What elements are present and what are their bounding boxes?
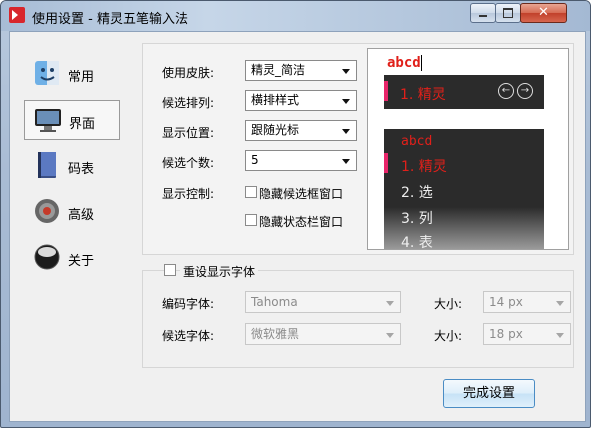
title-bar[interactable]: 使用设置 - 精灵五笔输入法 ✕ — [1, 1, 590, 31]
preview-v-item-3: 3. 列 — [401, 211, 433, 227]
appearance-panel: 使用皮肤: 精灵_简洁 候选排列: 横排样式 显示位置: 跟随光标 候选个数: … — [142, 43, 574, 255]
close-icon: ✕ — [538, 5, 549, 20]
reset-font-checkbox[interactable] — [164, 264, 176, 276]
sidebar-item-label: 常用 — [68, 70, 95, 85]
count-select[interactable]: 5 — [245, 150, 357, 171]
skin-preview: abcd 1. 精灵 ← → abcd 1. 精灵 2. 选 3. 列 4. 表 — [367, 48, 569, 250]
preview-v-item-1: 1. 精灵 — [401, 159, 447, 175]
sidebar-item-label: 高级 — [68, 208, 95, 223]
next-page-icon: → — [517, 83, 533, 99]
position-select[interactable]: 跟随光标 — [245, 120, 357, 141]
settings-window: 使用设置 - 精灵五笔输入法 ✕ 常用 界面 码表 高级 关于 使用皮肤: 精灵… — [0, 0, 591, 428]
chevron-down-icon — [386, 301, 394, 306]
chevron-down-icon — [386, 333, 394, 338]
app-logo-icon — [9, 7, 25, 23]
position-value: 跟随光标 — [251, 123, 300, 137]
sidebar-item-advanced[interactable]: 高级 — [24, 192, 120, 232]
chevron-down-icon — [556, 333, 564, 338]
skin-value: 精灵_简洁 — [251, 63, 306, 77]
preview-h-box: 1. 精灵 ← → — [384, 75, 544, 109]
cand-size-label: 大小: — [434, 329, 463, 343]
preview-v-code: abcd — [401, 134, 433, 149]
code-size-select[interactable]: 14 px — [483, 291, 571, 313]
cand-font-select[interactable]: 微软雅黑 — [245, 323, 401, 345]
sidebar-item-label: 界面 — [69, 117, 96, 132]
sidebar-item-codetable[interactable]: 码表 — [24, 146, 120, 186]
cand-size-value: 18 px — [489, 327, 523, 341]
prev-page-icon: ← — [498, 83, 514, 99]
minimize-icon — [479, 15, 487, 17]
count-value: 5 — [251, 153, 259, 167]
sidebar-item-about[interactable]: 关于 — [24, 238, 120, 278]
sidebar-item-label: 关于 — [68, 254, 95, 269]
skin-label: 使用皮肤: — [162, 66, 215, 80]
preview-h-code: abcd — [387, 55, 421, 71]
layout-label: 候选排列: — [162, 96, 215, 110]
reset-font-label[interactable]: 重设显示字体 — [180, 263, 259, 280]
count-label: 候选个数: — [162, 156, 215, 170]
highlight-bar — [384, 81, 388, 101]
chevron-down-icon — [556, 301, 564, 306]
close-button[interactable]: ✕ — [520, 3, 567, 23]
preview-v-item-4: 4. 表 — [401, 235, 433, 250]
highlight-bar — [384, 153, 388, 173]
maximize-icon — [503, 8, 513, 18]
chevron-down-icon — [342, 99, 350, 104]
window-title: 使用设置 - 精灵五笔输入法 — [32, 12, 188, 27]
text-cursor — [421, 55, 422, 71]
done-button[interactable]: 完成设置 — [443, 379, 535, 408]
client-area: 常用 界面 码表 高级 关于 使用皮肤: 精灵_简洁 候选排列: 横排样式 显示… — [9, 31, 586, 422]
hide-candidate-checkbox[interactable] — [245, 186, 257, 198]
code-font-label: 编码字体: — [162, 297, 215, 311]
cand-font-label: 候选字体: — [162, 329, 215, 343]
code-font-value: Tahoma — [251, 295, 298, 309]
position-label: 显示位置: — [162, 126, 215, 140]
sidebar-item-label: 码表 — [68, 162, 95, 177]
preview-h-candidate: 1. 精灵 — [400, 87, 446, 103]
mac-finder-icon — [35, 61, 59, 85]
minimize-button[interactable] — [470, 3, 496, 23]
book-icon — [38, 152, 56, 178]
globe-icon — [34, 244, 60, 270]
gear-icon — [35, 199, 59, 223]
hide-candidate-label[interactable]: 隐藏候选框窗口 — [259, 185, 343, 202]
maximize-button[interactable] — [495, 3, 521, 23]
hide-status-checkbox[interactable] — [245, 214, 257, 226]
cand-size-select[interactable]: 18 px — [483, 323, 571, 345]
sidebar-item-common[interactable]: 常用 — [24, 54, 120, 94]
hide-status-label[interactable]: 隐藏状态栏窗口 — [259, 213, 343, 230]
code-size-value: 14 px — [489, 295, 523, 309]
preview-v-box: abcd 1. 精灵 2. 选 3. 列 4. 表 — [384, 129, 544, 249]
cand-font-value: 微软雅黑 — [251, 327, 300, 341]
layout-select[interactable]: 横排样式 — [245, 90, 357, 111]
preview-v-item-2: 2. 选 — [401, 185, 433, 201]
display-control-label: 显示控制: — [162, 187, 215, 201]
chevron-down-icon — [342, 69, 350, 74]
sidebar-item-ui[interactable]: 界面 — [24, 100, 120, 140]
layout-value: 横排样式 — [251, 93, 300, 107]
monitor-icon — [35, 109, 61, 132]
code-size-label: 大小: — [434, 297, 463, 311]
skin-select[interactable]: 精灵_简洁 — [245, 60, 357, 81]
code-font-select[interactable]: Tahoma — [245, 291, 401, 313]
font-group: 重设显示字体 编码字体: Tahoma 大小: 14 px 候选字体: 微软雅黑… — [142, 263, 574, 368]
chevron-down-icon — [342, 129, 350, 134]
chevron-down-icon — [342, 159, 350, 164]
